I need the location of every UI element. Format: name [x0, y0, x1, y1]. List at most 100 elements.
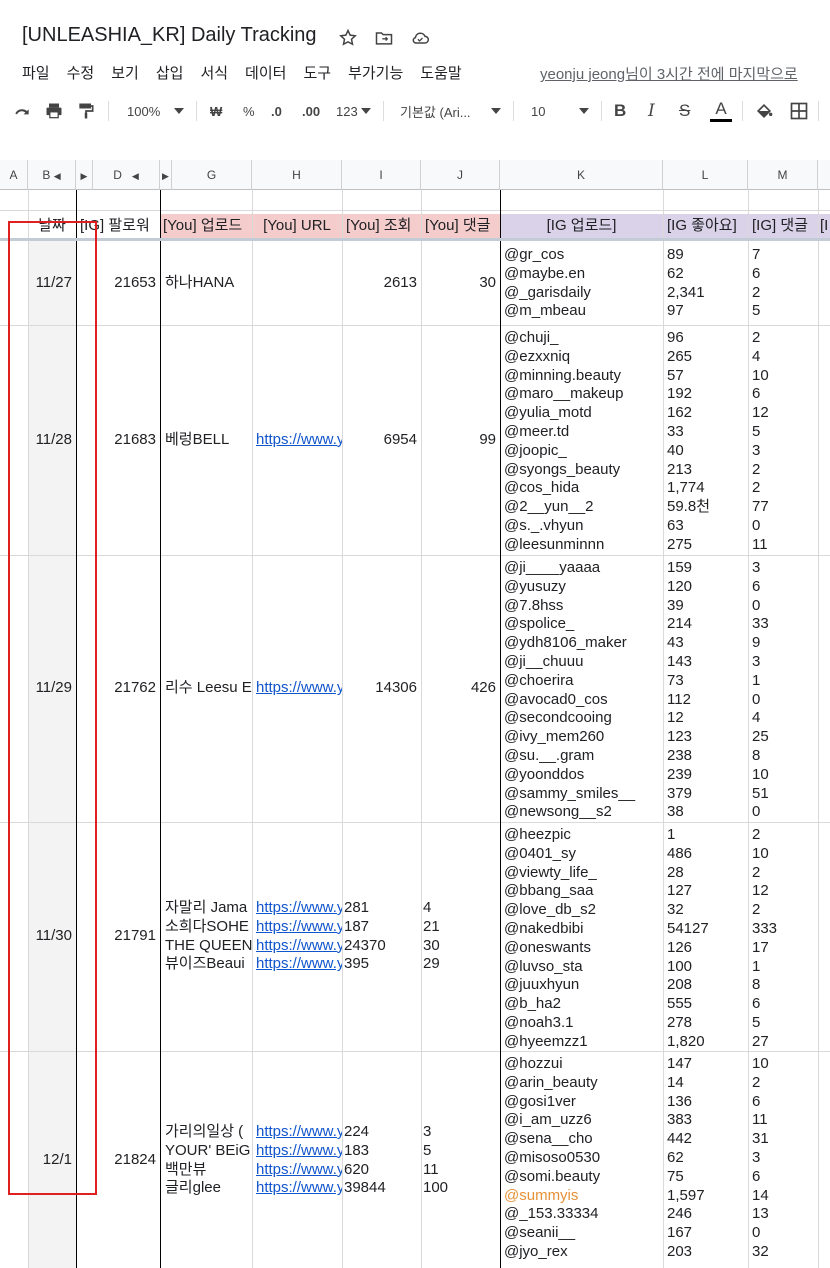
ig-likes-cell[interactable]: 89: [667, 246, 748, 265]
ig-comments-cell[interactable]: 6: [752, 1168, 818, 1187]
you-comments-cell[interactable]: 5: [423, 1142, 498, 1161]
ig-comments-cell[interactable]: 27: [752, 1033, 818, 1052]
ig-likes-cell[interactable]: 12: [667, 709, 748, 728]
collapse-left-icon[interactable]: ◀: [132, 171, 139, 181]
number-format-select[interactable]: 123: [336, 92, 358, 130]
you-url-link[interactable]: https://www.y: [256, 937, 342, 956]
ig-comments-cell[interactable]: 33: [752, 615, 818, 634]
ig-likes-cell[interactable]: 143: [667, 653, 748, 672]
ig-comments-cell[interactable]: 6: [752, 265, 818, 284]
you-upload-cell[interactable]: THE QUEEN: [165, 937, 252, 956]
you-comments-cell[interactable]: 4: [423, 899, 498, 918]
ig-likes-cell[interactable]: 59.8천: [667, 498, 748, 517]
ig-upload-cell[interactable]: @noah3.1: [504, 1014, 663, 1033]
ig-upload-cell[interactable]: @heezpic: [504, 826, 663, 845]
zoom-select[interactable]: 100%: [127, 92, 160, 130]
ig-upload-cell[interactable]: @joopic_: [504, 442, 663, 461]
ig-upload-cell[interactable]: @somi.beauty: [504, 1168, 663, 1187]
ig-likes-cell[interactable]: 57: [667, 367, 748, 386]
you-comments-cell[interactable]: 426: [425, 679, 496, 698]
you-url-link[interactable]: https://www.y: [256, 918, 342, 937]
ig-likes-cell[interactable]: 442: [667, 1130, 748, 1149]
fill-color-icon[interactable]: [754, 92, 774, 130]
ig-likes-cell[interactable]: 265: [667, 348, 748, 367]
ig-upload-cell[interactable]: @choerira: [504, 672, 663, 691]
menu-help[interactable]: 도움말: [420, 62, 461, 83]
ig-comments-cell[interactable]: 10: [752, 766, 818, 785]
you-upload-cell[interactable]: 소희다SOHE: [165, 918, 252, 937]
ig-comments-cell[interactable]: 0: [752, 517, 818, 536]
expand-columns-icon[interactable]: ▶: [76, 160, 93, 190]
ig-upload-cell[interactable]: @sena__cho: [504, 1130, 663, 1149]
ig-upload-cell[interactable]: @nakedbibi: [504, 920, 663, 939]
currency-format-button[interactable]: ₩: [210, 92, 222, 130]
ig-upload-cell[interactable]: @arin_beauty: [504, 1074, 663, 1093]
ig-upload-cell[interactable]: @hyeemzz1: [504, 1033, 663, 1052]
you-comments-cell[interactable]: 30: [425, 274, 496, 293]
ig-likes-cell[interactable]: 54127: [667, 920, 748, 939]
menu-insert[interactable]: 삽입: [156, 62, 184, 83]
ig-upload-cell[interactable]: @b_ha2: [504, 995, 663, 1014]
redo-icon[interactable]: [10, 92, 34, 130]
you-comments-cell[interactable]: 99: [425, 431, 496, 450]
ig-upload-cell[interactable]: @meer.td: [504, 423, 663, 442]
column-header-j[interactable]: J: [421, 160, 500, 190]
ig-likes-cell[interactable]: 1: [667, 826, 748, 845]
ig-likes-cell[interactable]: 208: [667, 976, 748, 995]
ig-upload-cell[interactable]: @luvso_sta: [504, 958, 663, 977]
menu-format[interactable]: 서식: [200, 62, 228, 83]
you-upload-cell[interactable]: 자말리 Jama: [165, 899, 252, 918]
you-upload-cell[interactable]: 리수 Leesu E: [165, 679, 252, 698]
ig-likes-cell[interactable]: 162: [667, 404, 748, 423]
ig-likes-cell[interactable]: 38: [667, 803, 748, 822]
column-header-d[interactable]: D ◀: [93, 160, 160, 190]
ig-comments-cell[interactable]: 5: [752, 423, 818, 442]
ig-likes-cell[interactable]: 43: [667, 634, 748, 653]
column-header-h[interactable]: H: [252, 160, 342, 190]
you-url-link[interactable]: https://www.y: [256, 431, 342, 450]
column-header-a[interactable]: A: [0, 160, 28, 190]
ig-likes-cell[interactable]: 1,774: [667, 479, 748, 498]
ig-likes-cell[interactable]: 486: [667, 845, 748, 864]
ig-upload-cell[interactable]: @summyis: [504, 1187, 663, 1206]
ig-comments-cell[interactable]: 6: [752, 995, 818, 1014]
ig-likes-cell[interactable]: 192: [667, 385, 748, 404]
ig-upload-cell[interactable]: @ydh8106_maker: [504, 634, 663, 653]
frozen-rows-divider[interactable]: [0, 238, 830, 241]
ig-upload-cell[interactable]: @ji____yaaaa: [504, 559, 663, 578]
percent-format-button[interactable]: %: [243, 92, 255, 130]
ig-upload-cell[interactable]: @newsong__s2: [504, 803, 663, 822]
ig-comments-cell[interactable]: 11: [752, 1111, 818, 1130]
you-upload-cell[interactable]: YOUR' BEiG: [165, 1142, 252, 1161]
ig-likes-cell[interactable]: 62: [667, 1149, 748, 1168]
paint-format-icon[interactable]: [76, 92, 96, 130]
ig-comments-cell[interactable]: 2: [752, 1074, 818, 1093]
you-views-cell[interactable]: 39844: [344, 1179, 419, 1198]
ig-upload-cell[interactable]: @seanii__: [504, 1224, 663, 1243]
ig-likes-cell[interactable]: 28: [667, 864, 748, 883]
ig-likes-cell[interactable]: 63: [667, 517, 748, 536]
you-views-cell[interactable]: 620: [344, 1161, 419, 1180]
you-url-link[interactable]: https://www.y: [256, 955, 342, 974]
ig-likes-cell[interactable]: 2,341: [667, 284, 748, 303]
ig-likes-cell[interactable]: 62: [667, 265, 748, 284]
ig-likes-cell[interactable]: 203: [667, 1243, 748, 1262]
ig-likes-cell[interactable]: 246: [667, 1205, 748, 1224]
ig-likes-cell[interactable]: 40: [667, 442, 748, 461]
ig-upload-cell[interactable]: @maro__makeup: [504, 385, 663, 404]
chevron-down-icon[interactable]: [579, 92, 589, 130]
column-header-g[interactable]: G: [172, 160, 252, 190]
ig-upload-cell[interactable]: @secondcooing: [504, 709, 663, 728]
ig-likes-cell[interactable]: 112: [667, 691, 748, 710]
ig-likes-cell[interactable]: 120: [667, 578, 748, 597]
you-comments-cell[interactable]: 11: [423, 1161, 498, 1180]
ig-comments-cell[interactable]: 4: [752, 709, 818, 728]
ig-comments-cell[interactable]: 17: [752, 939, 818, 958]
ig-upload-cell[interactable]: @oneswants: [504, 939, 663, 958]
ig-comments-cell[interactable]: 2: [752, 479, 818, 498]
ig-upload-cell[interactable]: @ivy_mem260: [504, 728, 663, 747]
ig-upload-cell[interactable]: @0401_sy: [504, 845, 663, 864]
ig-likes-cell[interactable]: 278: [667, 1014, 748, 1033]
doc-title[interactable]: [UNLEASHIA_KR] Daily Tracking: [22, 24, 317, 47]
ig-likes-cell[interactable]: 555: [667, 995, 748, 1014]
